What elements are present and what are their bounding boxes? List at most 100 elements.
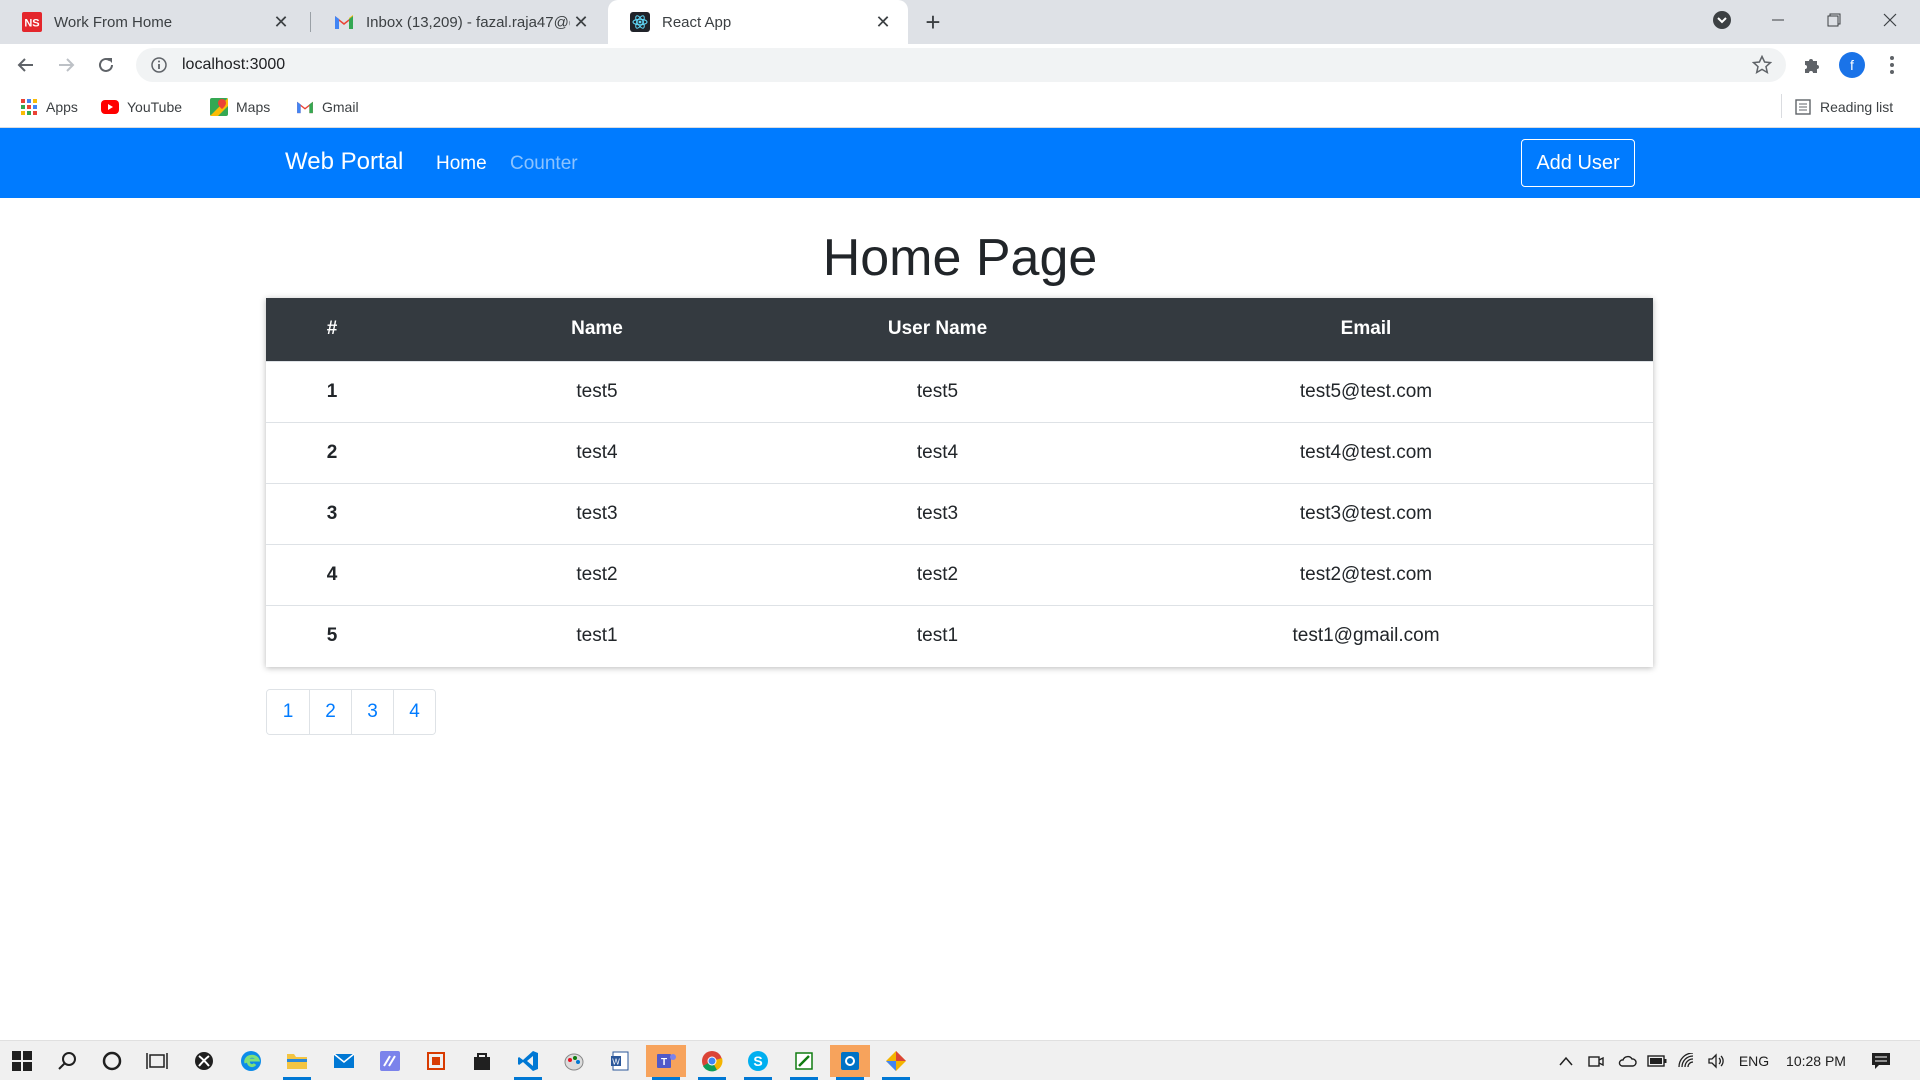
- cloud-icon: [1618, 1055, 1637, 1067]
- folder-icon: [287, 1054, 307, 1069]
- battery-icon: [1647, 1055, 1667, 1067]
- close-icon: [1883, 13, 1897, 27]
- tray-wifi[interactable]: [1674, 1041, 1700, 1080]
- tray-language[interactable]: ENG: [1734, 1041, 1774, 1080]
- close-window-button[interactable]: [1862, 0, 1918, 40]
- bookmark-youtube[interactable]: YouTube: [101, 96, 182, 118]
- table-row: 3 test3 test3 test3@test.com: [266, 483, 1653, 544]
- task-view-icon: [146, 1053, 168, 1069]
- page-link-2[interactable]: 2: [309, 690, 351, 734]
- react-icon: [630, 12, 650, 32]
- action-center-button[interactable]: [1866, 1041, 1896, 1080]
- taskbar-teams[interactable]: T: [646, 1045, 686, 1080]
- profile-button[interactable]: f: [1838, 51, 1866, 79]
- store-bag-icon: [474, 1053, 490, 1070]
- tray-clock[interactable]: 10:28 PM: [1780, 1041, 1852, 1080]
- taskbar-store[interactable]: [462, 1045, 502, 1077]
- brand-link[interactable]: Web Portal: [285, 148, 403, 176]
- tab-gmail-inbox[interactable]: Inbox (13,209) - fazal.raja47@gm ✕: [312, 0, 606, 44]
- cell-email: test1@gmail.com: [1292, 624, 1440, 646]
- tray-onedrive[interactable]: [1614, 1041, 1640, 1080]
- avatar: f: [1839, 52, 1865, 78]
- cell-email: test3@test.com: [1299, 502, 1433, 524]
- bookmark-label: Maps: [236, 99, 271, 115]
- cell-email: test2@test.com: [1299, 563, 1433, 585]
- new-tab-button[interactable]: +: [918, 7, 948, 37]
- minimize-button[interactable]: [1750, 0, 1806, 40]
- forward-button[interactable]: [50, 50, 82, 80]
- taskbar-chrome[interactable]: [692, 1045, 732, 1080]
- cell-username: test3: [916, 502, 959, 524]
- taskbar-outlook-task[interactable]: [830, 1045, 870, 1080]
- show-hidden-icons-button[interactable]: [1554, 1041, 1578, 1080]
- tray-meet-now[interactable]: [1584, 1041, 1608, 1080]
- xbox-icon: [195, 1052, 213, 1070]
- nav-counter-link[interactable]: Counter: [510, 153, 578, 175]
- reading-list-button[interactable]: Reading list: [1794, 96, 1893, 118]
- tab-work-from-home[interactable]: NS Work From Home ✕: [0, 0, 306, 44]
- taskbar-mail[interactable]: [324, 1045, 364, 1077]
- browser-menu-button[interactable]: [1878, 51, 1906, 79]
- taskbar-edge[interactable]: [231, 1045, 271, 1077]
- taskbar-paint[interactable]: [554, 1045, 594, 1077]
- chevron-down-icon: [1713, 11, 1731, 29]
- back-button[interactable]: [10, 50, 42, 80]
- bookmark-gmail[interactable]: Gmail: [296, 96, 359, 118]
- taskbar-file-explorer[interactable]: [277, 1045, 317, 1080]
- reload-button[interactable]: [90, 50, 122, 80]
- taskbar-editor[interactable]: [784, 1045, 824, 1080]
- bookmark-star-icon[interactable]: [1752, 55, 1772, 75]
- restore-button[interactable]: [1806, 0, 1862, 40]
- page-link-4[interactable]: 4: [393, 690, 435, 734]
- close-tab-icon[interactable]: ✕: [570, 11, 592, 33]
- add-user-button[interactable]: Add User: [1521, 139, 1635, 187]
- extensions-button[interactable]: [1798, 51, 1826, 79]
- gmail-icon: [334, 12, 354, 32]
- taskbar-powerapps[interactable]: [370, 1045, 410, 1077]
- address-bar[interactable]: localhost:3000: [136, 48, 1786, 82]
- bookmark-maps[interactable]: Maps: [210, 96, 270, 118]
- nav-home-link[interactable]: Home: [436, 153, 487, 175]
- cell-name: test5: [576, 380, 618, 402]
- bookmark-apps[interactable]: Apps: [20, 96, 78, 118]
- taskbar-sourcetree[interactable]: [876, 1045, 916, 1080]
- cortana-button[interactable]: [92, 1045, 132, 1077]
- table-row: 2 test4 test4 test4@test.com: [266, 422, 1653, 483]
- svg-text:S: S: [753, 1053, 762, 1069]
- column-header-index: #: [326, 318, 338, 340]
- table-row: 4 test2 test2 test2@test.com: [266, 544, 1653, 605]
- taskbar-word[interactable]: W: [600, 1045, 640, 1077]
- url-text: localhost:3000: [182, 56, 286, 73]
- taskbar-vscode[interactable]: [508, 1045, 548, 1080]
- svg-text:T: T: [661, 1057, 667, 1068]
- bookmark-label: YouTube: [127, 99, 183, 115]
- cell-index: 1: [326, 380, 338, 402]
- table-row: 5 test1 test1 test1@gmail.com: [266, 605, 1653, 666]
- tab-react-app[interactable]: React App ✕: [608, 0, 908, 44]
- taskbar-search-button[interactable]: [47, 1045, 87, 1077]
- cell-username: test4: [916, 441, 959, 463]
- chevron-up-icon: [1559, 1056, 1573, 1066]
- taskbar-xbox[interactable]: [184, 1045, 224, 1077]
- start-button[interactable]: [2, 1045, 42, 1077]
- column-header-username: User Name: [887, 318, 988, 340]
- task-view-button[interactable]: [137, 1045, 177, 1077]
- page-link-1[interactable]: 1: [267, 690, 309, 734]
- tab-separator: [310, 12, 311, 32]
- search-icon: [58, 1052, 76, 1070]
- taskbar-skype[interactable]: S: [738, 1045, 778, 1080]
- page-link-3[interactable]: 3: [351, 690, 393, 734]
- cell-name: test3: [576, 502, 618, 524]
- pagination: 1 2 3 4: [266, 689, 436, 735]
- close-tab-icon[interactable]: ✕: [270, 11, 292, 33]
- tray-battery[interactable]: [1644, 1041, 1670, 1080]
- tray-volume[interactable]: [1704, 1041, 1730, 1080]
- taskbar-office[interactable]: [416, 1045, 456, 1077]
- gmail-icon: [296, 98, 314, 116]
- site-info-icon[interactable]: [150, 56, 168, 74]
- page-title: Home Page: [822, 229, 1098, 287]
- tab-search-button[interactable]: [1694, 0, 1750, 40]
- bookmark-label: Gmail: [322, 99, 359, 115]
- browser-tab-strip: NS Work From Home ✕ Inbox (13,209) - faz…: [0, 0, 1920, 44]
- close-tab-icon[interactable]: ✕: [872, 11, 894, 33]
